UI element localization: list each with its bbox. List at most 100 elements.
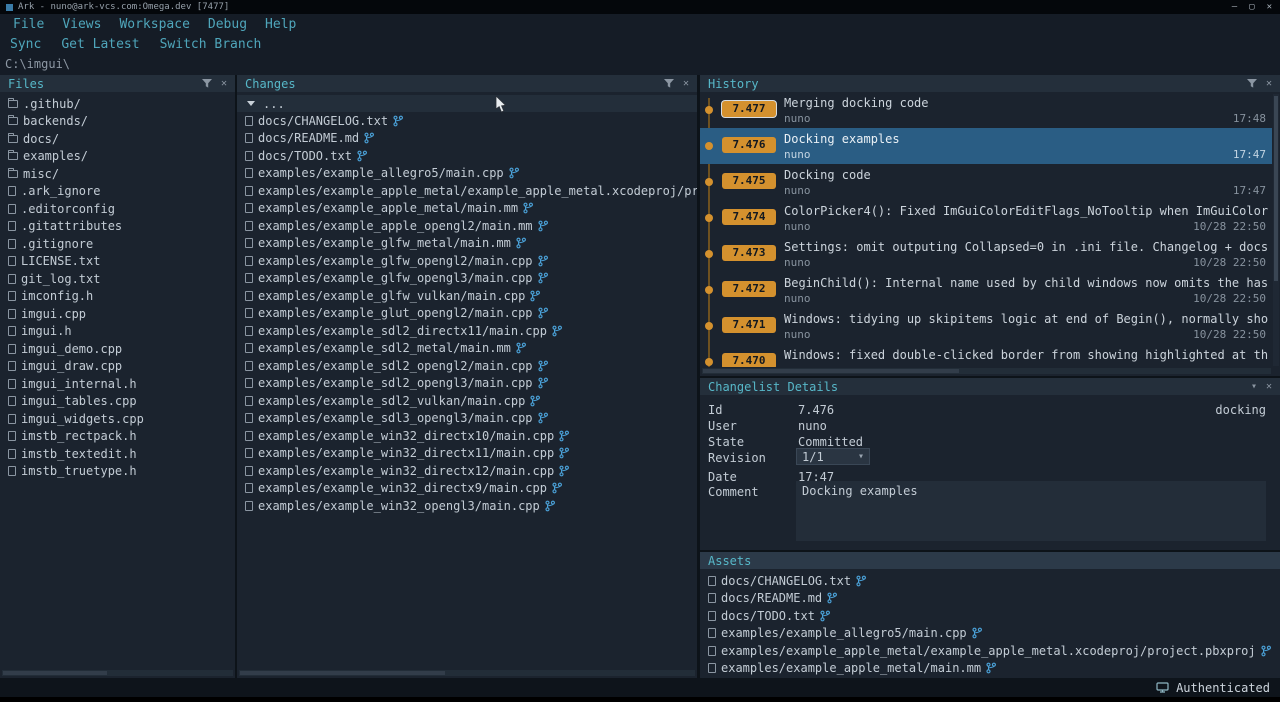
- changed-file-row[interactable]: docs/TODO.txt: [237, 147, 697, 165]
- changed-file-row[interactable]: examples/example_glfw_metal/main.mm: [237, 235, 697, 253]
- changed-file-row[interactable]: docs/CHANGELOG.txt: [237, 112, 697, 130]
- changed-file-row[interactable]: examples/example_glfw_vulkan/main.cpp: [237, 287, 697, 305]
- asset-row[interactable]: docs/CHANGELOG.txt: [700, 572, 1280, 590]
- changed-file-row[interactable]: examples/example_allegro5/main.cpp: [237, 165, 697, 183]
- files-hscrollbar-thumb[interactable]: [3, 671, 107, 675]
- close-button[interactable]: ✕: [1267, 0, 1272, 14]
- history-row[interactable]: 7.472 BeginChild(): Internal name used b…: [700, 272, 1272, 308]
- menu-item[interactable]: Debug: [199, 17, 256, 32]
- file-tree-item[interactable]: imgui_demo.cpp: [0, 340, 235, 358]
- history-row[interactable]: 7.474 ColorPicker4(): Fixed ImGuiColorEd…: [700, 200, 1272, 236]
- changed-file-row[interactable]: examples/example_apple_opengl2/main.mm: [237, 217, 697, 235]
- changes-hscrollbar-thumb[interactable]: [240, 671, 445, 675]
- changed-file-row[interactable]: examples/example_glut_opengl2/main.cpp: [237, 305, 697, 323]
- chevron-down-icon[interactable]: ▾: [1251, 382, 1257, 392]
- file-tree-item[interactable]: misc/: [0, 165, 235, 183]
- changed-file-row[interactable]: examples/example_sdl2_metal/main.mm: [237, 340, 697, 358]
- close-panel-icon[interactable]: ✕: [1266, 79, 1272, 89]
- asset-row[interactable]: docs/TODO.txt: [700, 607, 1280, 625]
- history-hscrollbar-thumb[interactable]: [703, 369, 959, 373]
- changed-file-row[interactable]: examples/example_win32_directx9/main.cpp: [237, 480, 697, 498]
- file-tree-item[interactable]: .editorconfig: [0, 200, 235, 218]
- changed-file-row[interactable]: examples/example_win32_opengl3/main.cpp: [237, 497, 697, 515]
- close-panel-icon[interactable]: ✕: [221, 79, 227, 89]
- changed-file-row[interactable]: examples/example_sdl2_vulkan/main.cpp: [237, 392, 697, 410]
- changed-file-row[interactable]: examples/example_glfw_opengl3/main.cpp: [237, 270, 697, 288]
- file-tree-item[interactable]: imstb_textedit.h: [0, 445, 235, 463]
- file-tree-item[interactable]: git_log.txt: [0, 270, 235, 288]
- files-hscrollbar[interactable]: [2, 670, 233, 676]
- file-tree-item[interactable]: imgui_internal.h: [0, 375, 235, 393]
- file-tree-item[interactable]: imconfig.h: [0, 288, 235, 306]
- toolbar-button[interactable]: Sync: [10, 37, 41, 52]
- changes-root-row[interactable]: ...: [237, 95, 697, 112]
- maximize-button[interactable]: ▢: [1249, 0, 1254, 14]
- minimize-button[interactable]: –: [1232, 0, 1237, 14]
- changed-file-row[interactable]: examples/example_apple_metal/main.mm: [237, 200, 697, 218]
- changed-file-row[interactable]: examples/example_sdl2_opengl3/main.cpp: [237, 375, 697, 393]
- close-panel-icon[interactable]: ✕: [683, 79, 689, 89]
- file-tree-item[interactable]: .github/: [0, 95, 235, 113]
- changed-file-row[interactable]: examples/example_sdl2_opengl2/main.cpp: [237, 357, 697, 375]
- graph-node-icon: [705, 250, 713, 258]
- changed-file-row[interactable]: docs/README.md: [237, 130, 697, 148]
- file-tree-item[interactable]: imgui.cpp: [0, 305, 235, 323]
- file-tree-item[interactable]: docs/: [0, 130, 235, 148]
- history-row[interactable]: 7.470 Windows: fixed double-clicked bord…: [700, 344, 1272, 367]
- changed-file-row[interactable]: examples/example_win32_directx12/main.cp…: [237, 462, 697, 480]
- filter-icon[interactable]: [1247, 79, 1257, 88]
- history-row[interactable]: 7.475 Docking code nuno 17:47: [700, 164, 1272, 200]
- history-vscrollbar[interactable]: [1273, 94, 1279, 366]
- history-hscrollbar[interactable]: [702, 368, 1271, 374]
- file-tree-item[interactable]: imgui_widgets.cpp: [0, 410, 235, 428]
- changed-file-row[interactable]: examples/example_apple_metal/example_app…: [237, 182, 697, 200]
- menu-item[interactable]: Workspace: [110, 17, 198, 32]
- files-panel-header: Files ✕: [0, 75, 235, 92]
- expand-triangle-icon[interactable]: [247, 101, 255, 106]
- file-tree-item[interactable]: LICENSE.txt: [0, 253, 235, 271]
- user-label: User: [708, 419, 737, 433]
- changed-file-row[interactable]: examples/example_glfw_opengl2/main.cpp: [237, 252, 697, 270]
- file-tree-item[interactable]: imgui_draw.cpp: [0, 358, 235, 376]
- changes-hscrollbar[interactable]: [239, 670, 695, 676]
- asset-row[interactable]: examples/example_apple_metal/main.mm: [700, 660, 1280, 678]
- file-name: imstb_textedit.h: [21, 447, 137, 461]
- bottom-strip: [0, 697, 1280, 702]
- filter-icon[interactable]: [664, 79, 674, 88]
- history-row[interactable]: 7.471 Windows: tidying up skipitems logi…: [700, 308, 1272, 344]
- asset-path: docs/TODO.txt: [721, 609, 815, 623]
- comment-field[interactable]: Docking examples: [796, 481, 1266, 541]
- file-tree-item[interactable]: .ark_ignore: [0, 183, 235, 201]
- asset-row[interactable]: docs/README.md: [700, 590, 1280, 608]
- filter-icon[interactable]: [202, 79, 212, 88]
- file-tree-item[interactable]: .gitignore: [0, 235, 235, 253]
- toolbar-button[interactable]: Switch Branch: [160, 37, 262, 52]
- history-row[interactable]: 7.476 Docking examples nuno 17:47: [700, 128, 1272, 164]
- file-tree-item[interactable]: backends/: [0, 113, 235, 131]
- revision-select[interactable]: 1/1 ▾: [796, 448, 870, 465]
- toolbar-button[interactable]: Get Latest: [61, 37, 139, 52]
- changed-file-row[interactable]: examples/example_sdl2_directx11/main.cpp: [237, 322, 697, 340]
- titlebar[interactable]: Ark - nuno@ark-vcs.com:Omega.dev [7477] …: [0, 0, 1280, 14]
- changelist-badge: 7.476: [722, 137, 776, 153]
- file-tree-item[interactable]: imstb_truetype.h: [0, 463, 235, 481]
- close-panel-icon[interactable]: ✕: [1266, 382, 1272, 392]
- changed-file-row[interactable]: examples/example_win32_directx10/main.cp…: [237, 427, 697, 445]
- file-tree-item[interactable]: imstb_rectpack.h: [0, 428, 235, 446]
- file-tree-item[interactable]: .gitattributes: [0, 218, 235, 236]
- asset-row[interactable]: examples/example_allegro5/main.cpp: [700, 625, 1280, 643]
- menu-item[interactable]: Help: [256, 17, 305, 32]
- file-tree-item[interactable]: imgui_tables.cpp: [0, 393, 235, 411]
- menu-item[interactable]: File: [4, 17, 53, 32]
- menu-item[interactable]: Views: [53, 17, 110, 32]
- changes-panel-title: Changes: [245, 77, 655, 91]
- history-vscrollbar-thumb[interactable]: [1274, 96, 1278, 281]
- file-name: imgui_demo.cpp: [21, 342, 122, 356]
- changed-file-row[interactable]: examples/example_sdl3_opengl3/main.cpp: [237, 410, 697, 428]
- history-row[interactable]: 7.473 Settings: omit outputing Collapsed…: [700, 236, 1272, 272]
- file-tree-item[interactable]: imgui.h: [0, 323, 235, 341]
- changed-file-row[interactable]: examples/example_win32_directx11/main.cp…: [237, 445, 697, 463]
- asset-row[interactable]: examples/example_apple_metal/example_app…: [700, 642, 1280, 660]
- file-tree-item[interactable]: examples/: [0, 148, 235, 166]
- history-row[interactable]: 7.477 Merging docking code nuno 17:48: [700, 92, 1272, 128]
